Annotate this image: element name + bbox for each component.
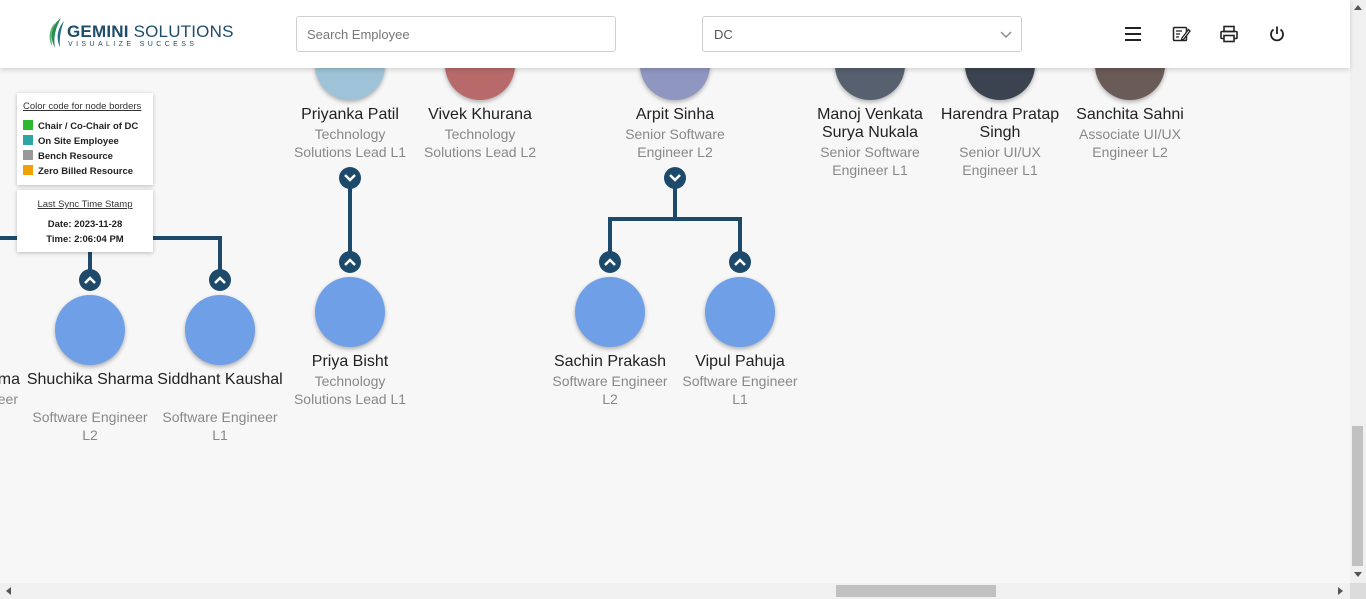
logout-button[interactable]: [1267, 24, 1287, 44]
chevron-up-icon: [344, 258, 356, 266]
chevron-up-icon: [734, 258, 746, 266]
node-name[interactable]: Siddhant Kaushal: [155, 371, 285, 389]
menu-icon: [1125, 27, 1141, 41]
vertical-scroll-thumb[interactable]: [1352, 426, 1363, 566]
vertical-scrollbar[interactable]: [1350, 0, 1366, 583]
horizontal-scroll-thumb[interactable]: [836, 585, 996, 597]
node-role: Technology Solutions Lead L1: [293, 126, 407, 160]
avatar[interactable]: [315, 277, 385, 347]
logo-tagline: VISUALIZE SUCCESS: [68, 41, 198, 48]
node-role: Software Engineer L1: [682, 373, 798, 407]
sync-date: Date: 2023-11-28: [47, 219, 123, 230]
chevron-up-icon: [604, 258, 616, 266]
scroll-down-arrow-icon[interactable]: [1354, 572, 1362, 578]
notes-button[interactable]: [1171, 24, 1191, 44]
node-role: Software Engineer L1: [162, 409, 278, 443]
avatar[interactable]: [55, 295, 125, 365]
expand-toggle[interactable]: [79, 269, 101, 291]
department-select-value: DC: [714, 27, 733, 42]
print-icon: [1220, 25, 1238, 43]
legend-label: Chair / Co-Chair of DC: [38, 121, 139, 132]
chevron-up-icon: [84, 276, 96, 284]
legend-item: Chair / Co-Chair of DC: [23, 120, 138, 132]
notes-icon: [1172, 26, 1191, 42]
chevron-down-icon: [344, 174, 356, 182]
chevron-down-icon: [1000, 31, 1012, 38]
legend-title: Color code for node borders: [23, 101, 142, 112]
legend-item: Zero Billed Resource: [23, 165, 133, 177]
node-name[interactable]: Sachin Prakash: [545, 353, 675, 371]
chevron-up-icon: [214, 276, 226, 284]
legend-label: Zero Billed Resource: [38, 166, 134, 177]
node-role: Associate UI/UX Engineer L2: [1079, 126, 1181, 160]
avatar[interactable]: [185, 295, 255, 365]
node-name[interactable]: Sanchita Sahni: [1065, 106, 1195, 124]
node-role: eer: [0, 391, 18, 407]
scrollbar-corner: [1350, 583, 1366, 599]
node-name[interactable]: Shuchika Sharma: [25, 371, 155, 389]
department-select[interactable]: DC: [702, 16, 1022, 52]
node-name[interactable]: Manoj Venkata Surya Nukala: [805, 106, 935, 142]
node-role: Technology Solutions Lead L1: [293, 373, 407, 407]
avatar[interactable]: [705, 277, 775, 347]
scroll-right-arrow-icon[interactable]: [1338, 587, 1344, 595]
print-button[interactable]: [1219, 24, 1239, 44]
sync-timestamp-card: Last Sync Time Stamp Date: 2023-11-28 Ti…: [17, 190, 153, 252]
scroll-up-arrow-icon[interactable]: [1354, 4, 1362, 10]
node-role: Senior Software Engineer L1: [820, 144, 920, 178]
collapse-toggle[interactable]: [664, 167, 686, 189]
legend-item: On Site Employee: [23, 135, 119, 147]
expand-toggle[interactable]: [209, 269, 231, 291]
expand-toggle[interactable]: [339, 251, 361, 273]
node-role: Senior UI/UX Engineer L1: [959, 144, 1041, 178]
node-role: Software Engineer L2: [552, 373, 668, 407]
avatar[interactable]: [575, 277, 645, 347]
power-icon: [1270, 26, 1284, 42]
connector-arpit-children: [608, 186, 742, 252]
node-name[interactable]: Priya Bisht: [285, 353, 415, 371]
search-employee-input[interactable]: [296, 16, 616, 52]
expand-toggle[interactable]: [729, 251, 751, 273]
node-name[interactable]: Vivek Khurana: [415, 106, 545, 124]
legend-swatch: [23, 165, 33, 175]
company-logo[interactable]: GEMINI SOLUTIONS VISUALIZE SUCCESS: [47, 17, 233, 51]
leaf-logo-icon: [49, 18, 64, 48]
legend-swatch: [23, 135, 33, 145]
sync-title: Last Sync Time Stamp: [37, 199, 133, 210]
org-chart: Priyanka Patil Technology Solutions Lead…: [0, 0, 1350, 583]
node-name[interactable]: ma: [0, 371, 20, 389]
chevron-down-icon: [669, 174, 681, 182]
menu-button[interactable]: [1123, 24, 1143, 44]
node-name[interactable]: Arpit Sinha: [610, 106, 740, 124]
logo-name: GEMINI SOLUTIONS: [67, 22, 234, 41]
node-role: Software Engineer L2: [32, 409, 148, 443]
node-role: Technology Solutions Lead L2: [423, 126, 537, 160]
node-role: Senior Software Engineer L2: [625, 126, 725, 160]
color-legend: Color code for node borders Chair / Co-C…: [17, 93, 153, 185]
node-name[interactable]: Harendra Pratap Singh: [935, 106, 1065, 142]
legend-item: Bench Resource: [23, 150, 113, 162]
collapse-toggle[interactable]: [339, 167, 361, 189]
node-name[interactable]: Priyanka Patil: [285, 106, 415, 124]
legend-swatch: [23, 150, 33, 160]
legend-label: On Site Employee: [38, 136, 119, 147]
sync-time: Time: 2:06:04 PM: [46, 234, 124, 245]
legend-swatch: [23, 120, 33, 130]
top-header: GEMINI SOLUTIONS VISUALIZE SUCCESS DC: [0, 0, 1350, 68]
legend-label: Bench Resource: [38, 151, 113, 162]
node-name[interactable]: Vipul Pahuja: [675, 353, 805, 371]
expand-toggle[interactable]: [599, 251, 621, 273]
scroll-left-arrow-icon[interactable]: [5, 587, 11, 595]
horizontal-scrollbar[interactable]: [0, 583, 1350, 599]
